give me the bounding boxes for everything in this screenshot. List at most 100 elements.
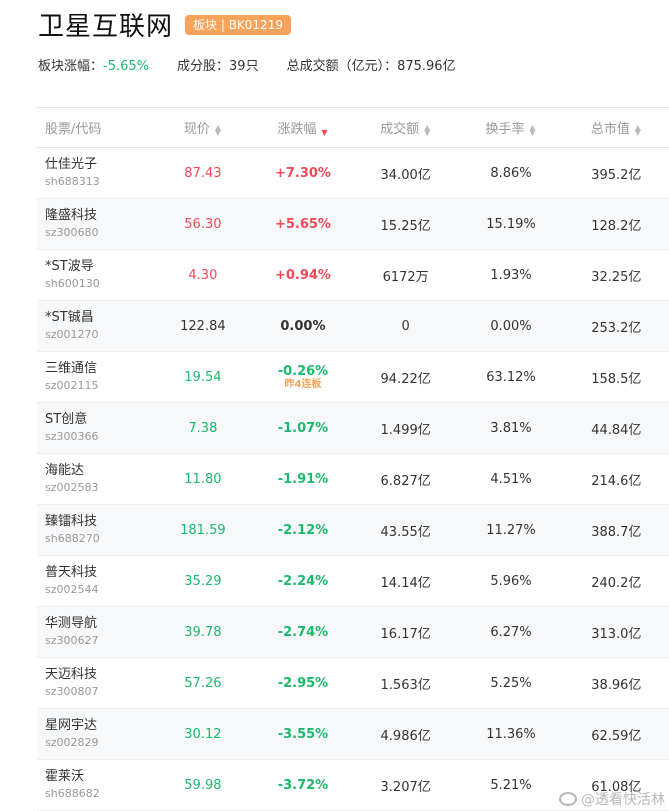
constituent-count-value: 39只 bbox=[229, 59, 259, 74]
market-cap-cell: 388.7亿 bbox=[591, 524, 642, 540]
sort-icon[interactable]: ▲ ▼ bbox=[423, 123, 431, 136]
market-cap-cell: 128.2亿 bbox=[591, 218, 642, 234]
change-cell: -1.07% bbox=[253, 403, 353, 454]
sort-icon[interactable]: ▲ ▼ bbox=[528, 123, 536, 136]
stock-code: sz002544 bbox=[45, 583, 99, 596]
change-cell: -2.95% bbox=[253, 658, 353, 709]
table-row[interactable]: 仕佳光子 sh688313 87.43 +7.30% 34.00亿 8.86% 395.2亿 bbox=[37, 148, 669, 199]
stock-name[interactable]: ST创意 bbox=[45, 411, 152, 429]
price-cell: 57.26 bbox=[184, 675, 222, 691]
stock-cell[interactable]: 三维通信 sz002115 bbox=[37, 352, 153, 403]
stock-cell[interactable]: 星网宇达 sz002829 bbox=[37, 709, 153, 760]
sort-desc-icon[interactable]: ▲▼ bbox=[320, 125, 328, 136]
market-cap-cell: 214.6亿 bbox=[591, 473, 642, 489]
header-amount[interactable]: 成交额 ▲ ▼ bbox=[352, 107, 459, 148]
stock-name[interactable]: 星网宇达 bbox=[45, 717, 152, 735]
stock-name[interactable]: 普天科技 bbox=[45, 564, 152, 582]
price-cell: 39.78 bbox=[184, 624, 222, 640]
market-cap-cell: 240.2亿 bbox=[591, 575, 642, 591]
change-cell: -3.72% bbox=[253, 760, 353, 811]
table-row[interactable]: *ST波导 sh600130 4.30 +0.94% 6172万 1.93% 32.25亿 bbox=[37, 250, 669, 301]
table-row[interactable]: 海能达 sz002583 11.80 -1.91% 6.827亿 4.51% 214.6亿 bbox=[37, 454, 669, 505]
price-cell: 59.98 bbox=[184, 777, 222, 793]
table-row[interactable]: 三维通信 sz002115 19.54 -0.26% 昨4连板 94.22亿 63.12% 1… bbox=[37, 352, 669, 403]
stock-name[interactable]: *ST铖昌 bbox=[45, 309, 152, 327]
sector-summary: 板块涨幅：-5.65% 成分股：39只 总成交额（亿元）：875.96亿 bbox=[38, 55, 484, 74]
amount-cell: 15.25亿 bbox=[380, 218, 431, 234]
table-row[interactable]: 天迈科技 sz300807 57.26 -2.95% 1.563亿 5.25% 38.96亿 bbox=[37, 658, 669, 709]
change-value: 0.00% bbox=[280, 318, 326, 334]
change-value: +7.30% bbox=[274, 165, 331, 181]
total-turnover: 总成交额（亿元）：875.96亿 bbox=[287, 55, 456, 74]
stock-name[interactable]: 臻镭科技 bbox=[45, 513, 152, 531]
market-cap-cell: 32.25亿 bbox=[591, 269, 642, 285]
limit-up-note: 昨4连板 bbox=[284, 378, 322, 390]
market-cap-cell: 313.0亿 bbox=[591, 626, 642, 642]
stock-cell[interactable]: 华测导航 sz300627 bbox=[37, 607, 153, 658]
stock-cell[interactable]: 臻镭科技 sh688270 bbox=[37, 505, 153, 556]
change-cell: -3.55% bbox=[253, 709, 353, 760]
stock-name[interactable]: 仕佳光子 bbox=[45, 156, 152, 174]
turnover-rate-cell: 6.27% bbox=[490, 624, 532, 640]
header-change[interactable]: 涨跌幅▲▼ bbox=[252, 107, 353, 148]
page-title: 卫星互联网 bbox=[38, 12, 174, 42]
change-cell: +0.94% bbox=[253, 250, 353, 301]
stock-code: sh600130 bbox=[45, 277, 100, 290]
header-price[interactable]: 现价 ▲ ▼ bbox=[152, 107, 253, 148]
change-cell: -2.24% bbox=[253, 556, 353, 607]
table-row[interactable]: 普天科技 sz002544 35.29 -2.24% 14.14亿 5.96% 240.2亿 bbox=[37, 556, 669, 607]
amount-cell: 43.55亿 bbox=[380, 524, 431, 540]
amount-cell: 14.14亿 bbox=[380, 575, 431, 591]
stock-code: sz002115 bbox=[45, 379, 99, 392]
stock-cell[interactable]: 仕佳光子 sh688313 bbox=[37, 148, 153, 199]
stock-name[interactable]: *ST波导 bbox=[45, 258, 152, 276]
table-row[interactable]: 华测导航 sz300627 39.78 -2.74% 16.17亿 6.27% 313.0亿 bbox=[37, 606, 669, 658]
change-value: -2.12% bbox=[277, 522, 329, 538]
stock-name[interactable]: 三维通信 bbox=[45, 360, 152, 378]
stock-name[interactable]: 华测导航 bbox=[45, 615, 152, 633]
stock-cell[interactable]: 霍莱沃 sh688682 bbox=[37, 760, 153, 811]
header-market-cap[interactable]: 总市值 ▲ ▼ bbox=[563, 107, 669, 148]
stock-name[interactable]: 天迈科技 bbox=[45, 666, 152, 684]
header-turnover-rate[interactable]: 换手率 ▲ ▼ bbox=[458, 107, 564, 148]
market-cap-cell: 253.2亿 bbox=[591, 320, 642, 336]
price-cell: 56.30 bbox=[184, 216, 222, 232]
change-cell: +7.30% bbox=[253, 148, 353, 199]
market-cap-cell: 38.96亿 bbox=[591, 677, 642, 693]
table-row[interactable]: 星网宇达 sz002829 30.12 -3.55% 4.986亿 11.36% 62.59… bbox=[37, 708, 669, 760]
stock-cell[interactable]: 隆盛科技 sz300680 bbox=[37, 199, 153, 250]
market-cap-cell: 44.84亿 bbox=[591, 422, 642, 438]
stock-name[interactable]: 隆盛科技 bbox=[45, 207, 152, 225]
price-cell: 181.59 bbox=[180, 522, 226, 538]
stock-code: sz300627 bbox=[45, 634, 99, 647]
change-value: +0.94% bbox=[274, 267, 331, 283]
amount-cell: 1.563亿 bbox=[380, 677, 431, 693]
stock-code: sz002583 bbox=[45, 481, 99, 494]
sector-tag[interactable]: 板块 | BK01219 bbox=[185, 14, 291, 35]
stock-code: sh688313 bbox=[45, 175, 100, 188]
table-row[interactable]: ST创意 sz300366 7.38 -1.07% 1.499亿 3.81% 44.84亿 bbox=[37, 402, 669, 454]
stock-cell[interactable]: ST创意 sz300366 bbox=[37, 403, 153, 454]
stock-cell[interactable]: 天迈科技 sz300807 bbox=[37, 658, 153, 709]
stock-cell[interactable]: *ST铖昌 sz001270 bbox=[37, 301, 153, 352]
table-row[interactable]: 臻镭科技 sh688270 181.59 -2.12% 43.55亿 11.27% 388.… bbox=[37, 504, 669, 556]
amount-cell: 94.22亿 bbox=[380, 371, 431, 387]
change-cell: +5.65% bbox=[253, 199, 353, 250]
table-row[interactable]: *ST铖昌 sz001270 122.84 0.00% 0 0.00% 253.2亿 bbox=[37, 300, 669, 352]
turnover-rate-cell: 15.19% bbox=[486, 216, 536, 232]
stock-cell[interactable]: 海能达 sz002583 bbox=[37, 454, 153, 505]
amount-cell: 1.499亿 bbox=[380, 422, 431, 438]
market-cap-cell: 395.2亿 bbox=[591, 167, 642, 183]
table-row[interactable]: 隆盛科技 sz300680 56.30 +5.65% 15.25亿 15.19% 128.2… bbox=[37, 198, 669, 250]
stock-cell[interactable]: 普天科技 sz002544 bbox=[37, 556, 153, 607]
stock-code: sz300680 bbox=[45, 226, 99, 239]
stock-name[interactable]: 霍莱沃 bbox=[45, 768, 152, 786]
stock-name[interactable]: 海能达 bbox=[45, 462, 152, 480]
stock-cell[interactable]: *ST波导 sh600130 bbox=[37, 250, 153, 301]
header: 卫星互联网 板块 | BK01219 bbox=[38, 6, 291, 43]
turnover-rate-cell: 5.96% bbox=[490, 573, 532, 589]
total-turnover-value: 875.96亿 bbox=[397, 59, 456, 74]
sort-icon[interactable]: ▲ ▼ bbox=[634, 123, 642, 136]
change-cell: -2.74% bbox=[253, 607, 353, 658]
sort-icon[interactable]: ▲ ▼ bbox=[214, 123, 222, 136]
